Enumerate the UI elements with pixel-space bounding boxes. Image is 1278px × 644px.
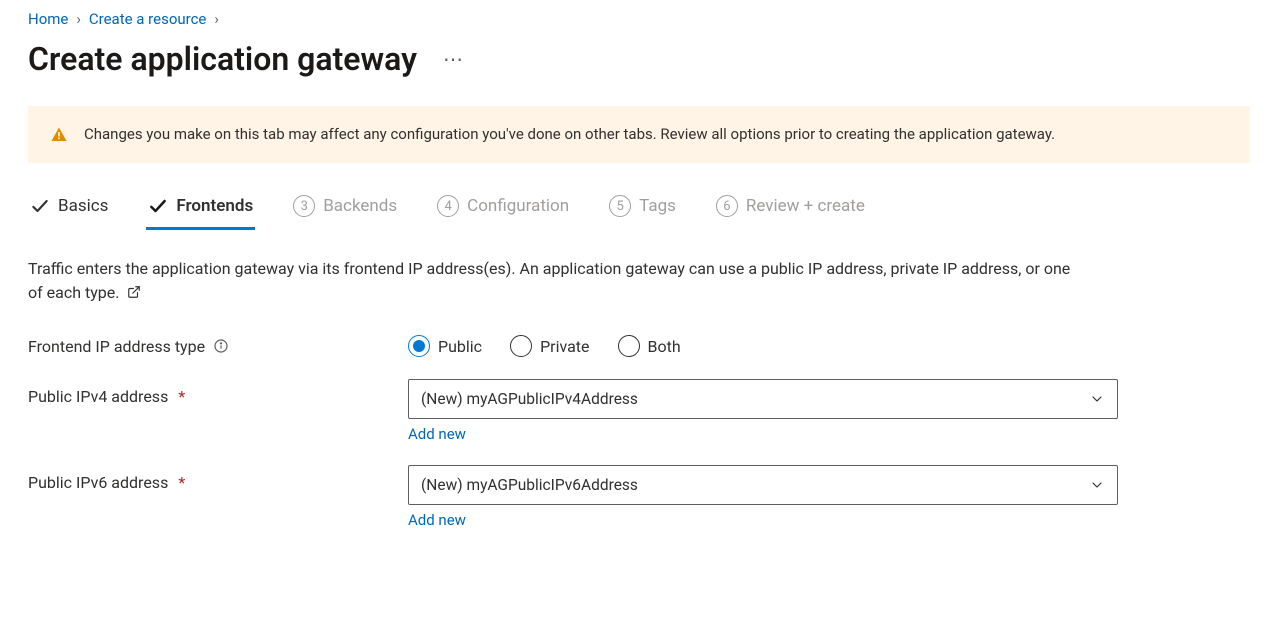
- row-public-ipv4: Public IPv4 address * (New) myAGPublicIP…: [28, 379, 1250, 443]
- label-text: Public IPv6 address: [28, 473, 168, 492]
- radio-circle-icon: [618, 335, 640, 357]
- label-frontend-ip-type: Frontend IP address type: [28, 337, 408, 356]
- breadcrumb-create-resource[interactable]: Create a resource: [89, 10, 207, 28]
- tab-tags[interactable]: 5 Tags: [607, 191, 678, 230]
- radio-circle-icon: [510, 335, 532, 357]
- tab-backends[interactable]: 3 Backends: [291, 191, 399, 230]
- step-number-icon: 3: [293, 195, 315, 217]
- label-public-ipv6: Public IPv6 address *: [28, 465, 408, 492]
- step-number-icon: 5: [609, 195, 631, 217]
- chevron-right-icon: ›: [214, 10, 219, 28]
- tab-review-create[interactable]: 6 Review + create: [714, 191, 867, 230]
- warning-banner: Changes you make on this tab may affect …: [28, 106, 1250, 163]
- check-icon: [30, 196, 50, 216]
- tab-basics-label: Basics: [58, 196, 108, 216]
- required-indicator: *: [178, 473, 185, 492]
- radio-group-frontend-ip-type: Public Private Both: [408, 335, 1118, 357]
- chevron-right-icon: ›: [76, 10, 81, 28]
- info-icon[interactable]: [213, 338, 229, 354]
- row-frontend-ip-type: Frontend IP address type Public Private …: [28, 335, 1250, 357]
- tab-review-create-label: Review + create: [746, 196, 865, 216]
- breadcrumb: Home › Create a resource ›: [28, 10, 1250, 28]
- radio-circle-icon: [408, 335, 430, 357]
- warning-icon: [50, 126, 68, 144]
- select-public-ipv4-value: (New) myAGPublicIPv4Address: [421, 390, 638, 408]
- required-indicator: *: [178, 387, 185, 406]
- tab-frontends-label: Frontends: [176, 196, 253, 216]
- check-icon: [148, 196, 168, 216]
- wizard-tabs: Basics Frontends 3 Backends 4 Configurat…: [28, 191, 1250, 231]
- row-public-ipv6: Public IPv6 address * (New) myAGPublicIP…: [28, 465, 1250, 529]
- label-text: Frontend IP address type: [28, 337, 205, 356]
- tab-tags-label: Tags: [639, 196, 676, 216]
- warning-text: Changes you make on this tab may affect …: [84, 124, 1055, 145]
- tab-description-text: Traffic enters the application gateway v…: [28, 259, 1070, 302]
- page-title: Create application gateway: [28, 40, 417, 78]
- tab-configuration-label: Configuration: [467, 196, 569, 216]
- step-number-icon: 4: [437, 195, 459, 217]
- select-public-ipv6-value: (New) myAGPublicIPv6Address: [421, 476, 638, 494]
- radio-private-label: Private: [540, 337, 589, 356]
- radio-private[interactable]: Private: [510, 335, 589, 357]
- select-public-ipv6[interactable]: (New) myAGPublicIPv6Address: [408, 465, 1118, 505]
- radio-both-label: Both: [648, 337, 681, 356]
- more-actions-button[interactable]: ⋯: [435, 43, 473, 75]
- tab-frontends[interactable]: Frontends: [146, 191, 255, 230]
- link-add-new-ipv6[interactable]: Add new: [408, 511, 466, 529]
- label-text: Public IPv4 address: [28, 387, 168, 406]
- step-number-icon: 6: [716, 195, 738, 217]
- radio-public-label: Public: [438, 337, 482, 356]
- page-title-row: Create application gateway ⋯: [28, 40, 1250, 78]
- radio-both[interactable]: Both: [618, 335, 681, 357]
- tab-description: Traffic enters the application gateway v…: [28, 257, 1078, 305]
- label-public-ipv4: Public IPv4 address *: [28, 379, 408, 406]
- link-add-new-ipv4[interactable]: Add new: [408, 425, 466, 443]
- tab-basics[interactable]: Basics: [28, 191, 110, 230]
- radio-public[interactable]: Public: [408, 335, 482, 357]
- chevron-down-icon: [1089, 477, 1105, 493]
- tab-configuration[interactable]: 4 Configuration: [435, 191, 571, 230]
- external-link-icon[interactable]: [127, 285, 141, 299]
- select-public-ipv4[interactable]: (New) myAGPublicIPv4Address: [408, 379, 1118, 419]
- breadcrumb-home[interactable]: Home: [28, 10, 68, 28]
- chevron-down-icon: [1089, 391, 1105, 407]
- tab-backends-label: Backends: [323, 196, 397, 216]
